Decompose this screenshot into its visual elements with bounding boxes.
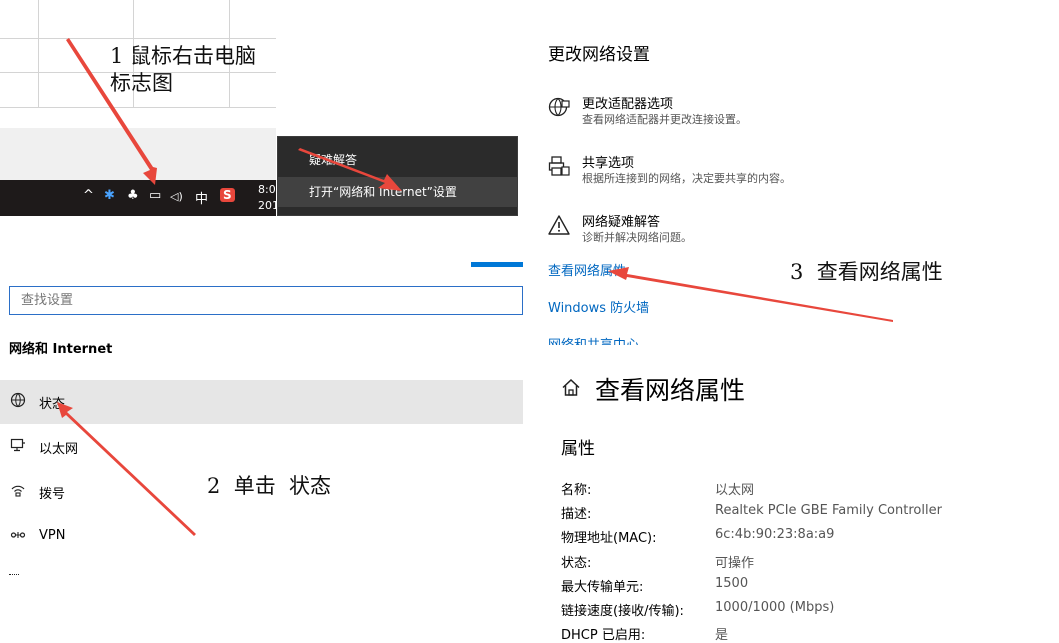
sidebar-item-label: VPN — [39, 528, 66, 543]
prop-key-description: 描述: — [561, 507, 592, 522]
option-title: 共享选项 — [582, 156, 635, 171]
sidebar-item-label: 拨号 — [39, 487, 66, 502]
link-view-network-properties[interactable]: 查看网络属性 — [548, 260, 626, 279]
window-strip — [0, 128, 276, 180]
link-clip: 网络和共享中心 — [548, 334, 708, 345]
menu-item-open-network-settings[interactable]: 打开“网络和 Internet”设置 — [278, 177, 517, 207]
more-items-cutoff — [9, 574, 19, 578]
prop-key-status: 状态: — [561, 556, 592, 571]
sidebar-item-label: 状态 — [39, 397, 66, 412]
adapter-icon — [548, 96, 570, 118]
prop-value-mtu: 1500 — [715, 576, 749, 591]
properties-title: 查看网络属性 — [595, 376, 746, 405]
sidebar-item-vpn[interactable]: VPN — [0, 515, 523, 559]
prop-value-description: Realtek PCIe GBE Family Controller — [715, 503, 942, 518]
context-menu: 疑难解答 打开“网络和 Internet”设置 — [277, 136, 518, 216]
prop-key-dhcp: DHCP 已启用: — [561, 628, 646, 643]
step1-label: 1 鼠标右击电脑 标志图 — [110, 43, 256, 97]
option-troubleshoot[interactable]: 网络疑难解答 诊断并解决网络问题。 — [548, 211, 848, 245]
step3-label: 3 查看网络属性 — [790, 260, 943, 284]
prop-key-mac: 物理地址(MAC): — [561, 531, 657, 546]
network-icon[interactable]: ▭ — [149, 188, 161, 203]
option-title: 更改适配器选项 — [582, 97, 674, 112]
volume-icon[interactable]: ◁) — [170, 190, 183, 203]
dialup-icon — [9, 482, 27, 500]
monitor-icon — [9, 437, 27, 455]
sidebar-item-ethernet[interactable]: 以太网 — [0, 425, 523, 469]
link-sharing-center[interactable]: 网络和共享中心 — [548, 334, 639, 345]
accent-bar — [471, 262, 523, 267]
option-desc: 查看网络适配器并更改连接设置。 — [582, 113, 747, 126]
search-input[interactable]: 查找设置 — [9, 286, 523, 315]
prop-value-name: 以太网 — [715, 483, 755, 498]
sidebar-item-label: 以太网 — [39, 442, 79, 457]
bluetooth-icon[interactable]: ✱ — [104, 188, 115, 203]
menu-item-troubleshoot[interactable]: 疑难解答 — [278, 145, 517, 175]
option-desc: 诊断并解决网络问题。 — [582, 231, 692, 244]
option-adapter[interactable]: 更改适配器选项 查看网络适配器并更改连接设置。 — [548, 93, 848, 127]
sidebar-section-title: 网络和 Internet — [9, 342, 113, 357]
change-settings-title: 更改网络设置 — [548, 45, 650, 65]
prop-key-link-speed: 链接速度(接收/传输): — [561, 604, 684, 619]
prop-key-mtu: 最大传输单元: — [561, 580, 644, 595]
prop-key-name: 名称: — [561, 483, 592, 498]
prop-value-status: 可操作 — [715, 556, 755, 571]
step1-label-line2: 标志图 — [110, 71, 173, 95]
taskbar: ^ ✱ ♣ ▭ ◁) 中 S 8:0 2018 — [0, 180, 286, 216]
chevron-up-icon[interactable]: ^ — [83, 188, 94, 203]
option-sharing[interactable]: 共享选项 根据所连接到的网络，决定要共享的内容。 — [548, 152, 848, 186]
warning-icon — [548, 214, 570, 236]
ime-icon[interactable]: 中 — [195, 188, 208, 207]
prop-value-dhcp: 是 — [715, 628, 729, 643]
option-desc: 根据所连接到的网络，决定要共享的内容。 — [582, 172, 791, 185]
sogou-icon[interactable]: S — [220, 188, 235, 202]
globe-icon — [9, 392, 27, 410]
home-icon[interactable] — [559, 376, 583, 400]
step1-label-line1: 1 鼠标右击电脑 — [110, 44, 257, 68]
option-title: 网络疑难解答 — [582, 215, 661, 230]
printer-icon — [548, 155, 570, 177]
qq-icon[interactable]: ♣ — [127, 188, 139, 203]
link-windows-firewall[interactable]: Windows 防火墙 — [548, 297, 649, 316]
properties-section-title: 属性 — [561, 439, 595, 459]
prop-value-mac: 6c:4b:90:23:8a:a9 — [715, 527, 835, 542]
step2-label: 2 单击 状态 — [207, 474, 332, 498]
prop-value-link-speed: 1000/1000 (Mbps) — [715, 600, 835, 615]
sidebar-item-status[interactable]: 状态 — [0, 380, 523, 424]
vpn-icon — [9, 527, 27, 545]
